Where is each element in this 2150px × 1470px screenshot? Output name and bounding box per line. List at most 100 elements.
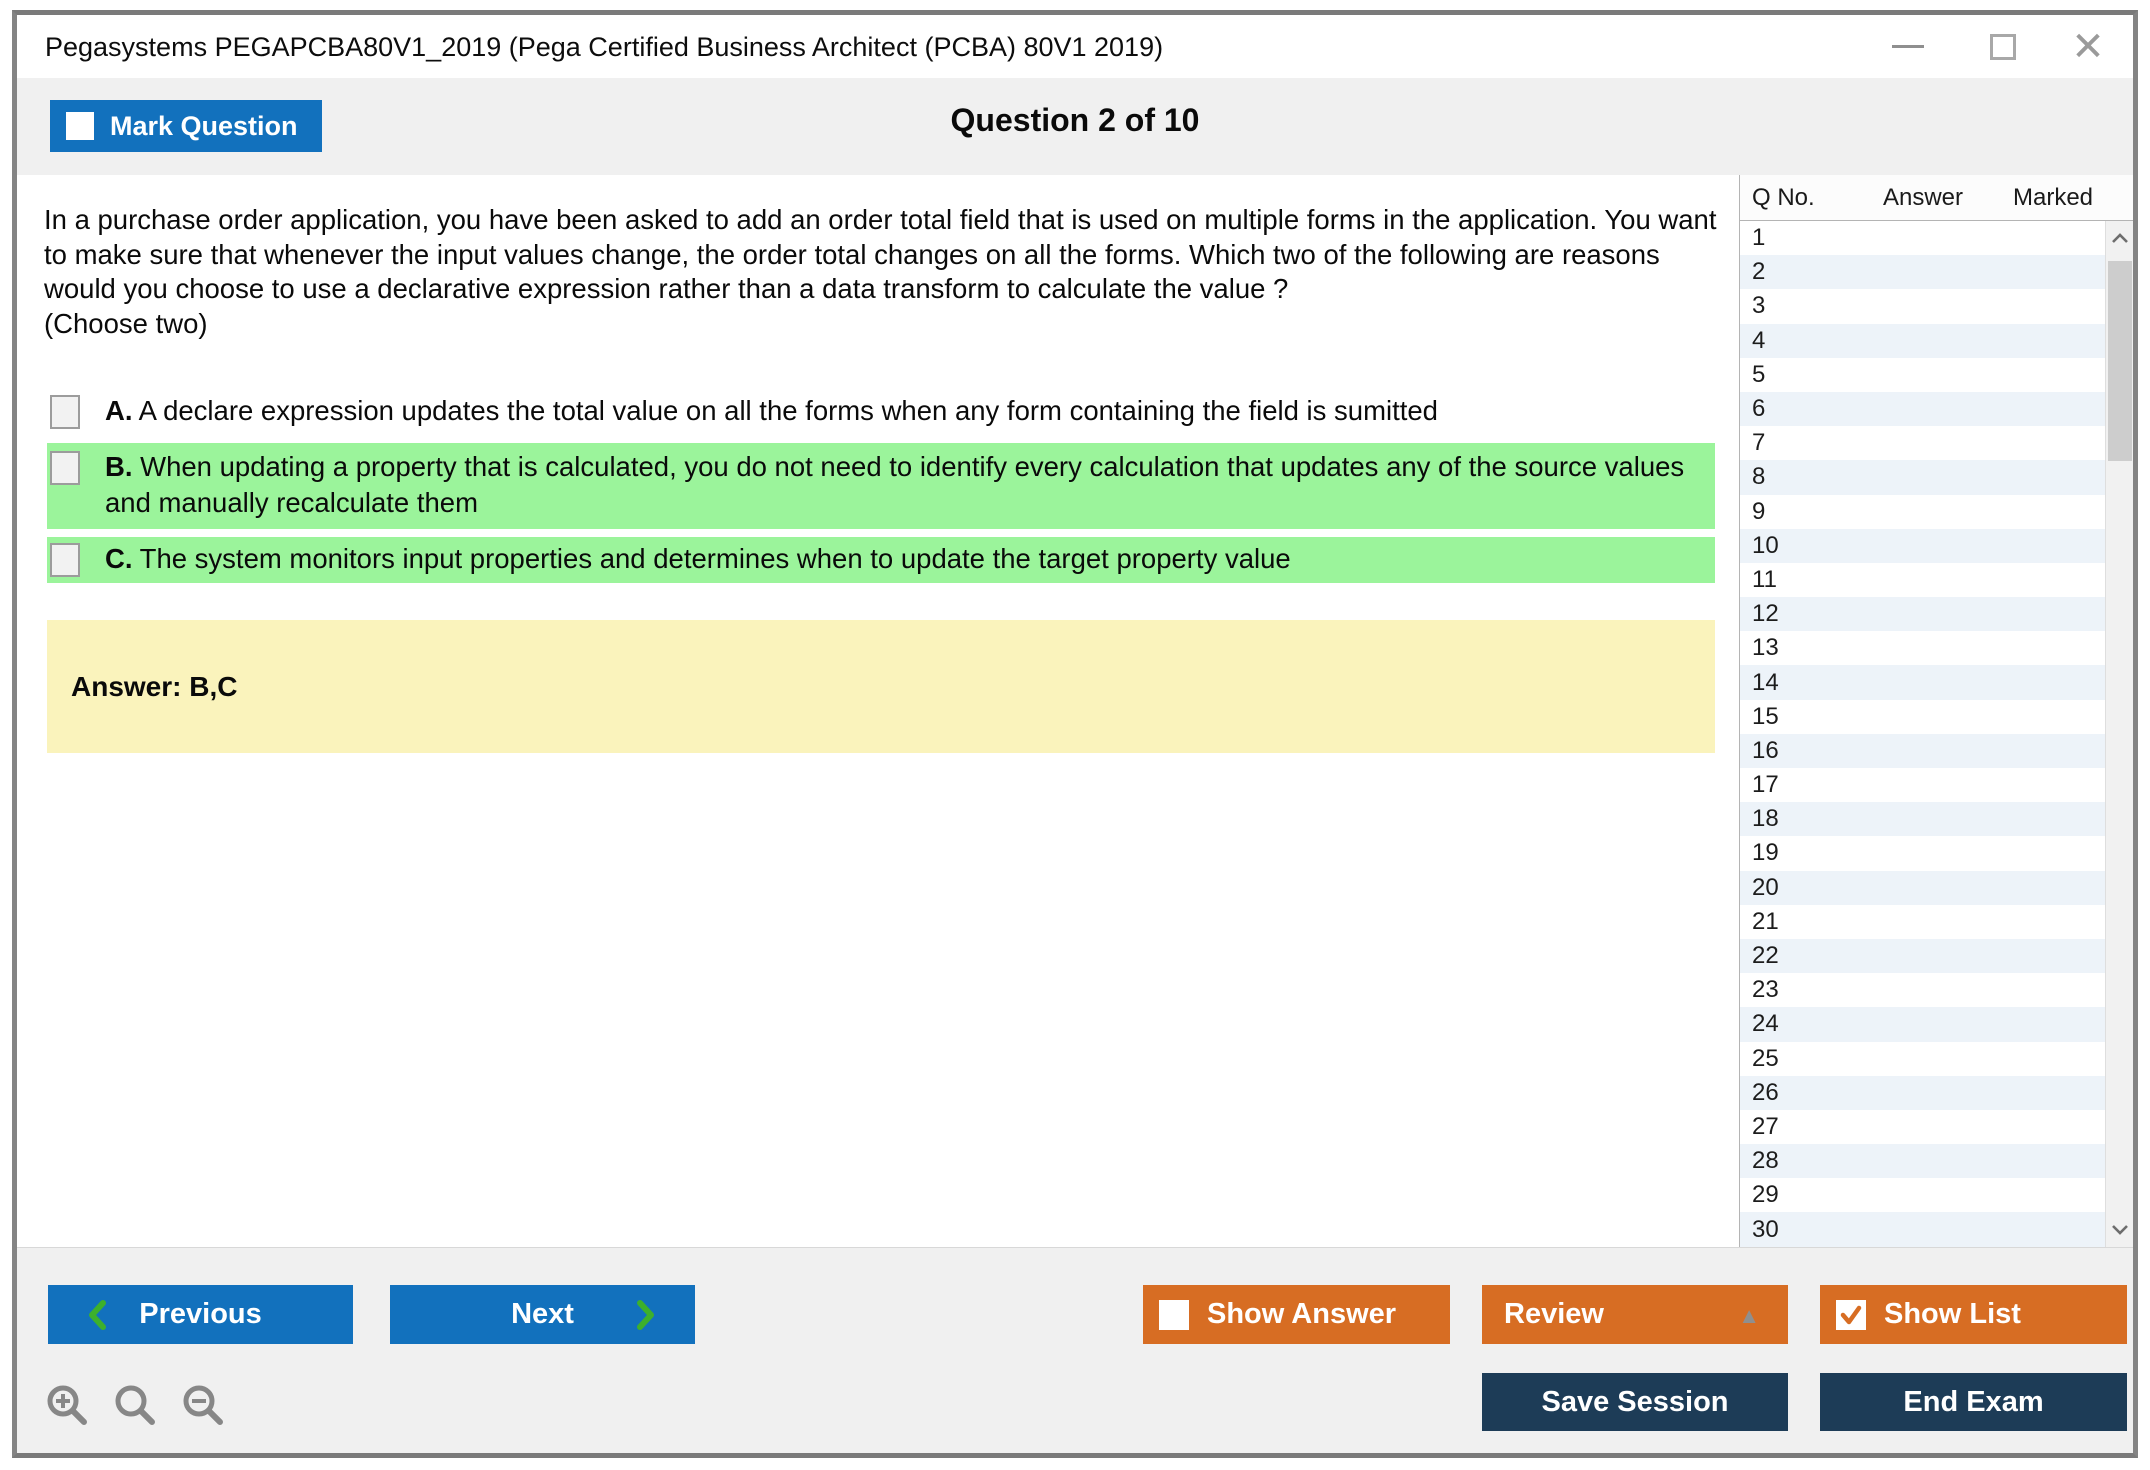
save-session-label: Save Session (1541, 1385, 1729, 1418)
question-list-row[interactable]: 25 (1740, 1041, 2105, 1076)
zoom-tools (42, 1380, 230, 1432)
maximize-button[interactable] (1968, 15, 2038, 78)
question-number: 4 (1752, 326, 1766, 354)
option-b-checkbox[interactable] (50, 451, 80, 485)
question-list-row[interactable]: 21 (1740, 904, 2105, 939)
scroll-down-button[interactable] (2106, 1213, 2134, 1247)
question-list-row[interactable]: 10 (1740, 528, 2105, 563)
next-button[interactable]: Next (390, 1285, 695, 1344)
column-answer: Answer (1882, 183, 1964, 211)
question-list-row[interactable]: 8 (1740, 460, 2105, 495)
end-exam-button[interactable]: End Exam (1820, 1373, 2127, 1431)
question-list-row[interactable]: 20 (1740, 870, 2105, 905)
question-list-row[interactable]: 14 (1740, 665, 2105, 700)
question-list-row[interactable]: 26 (1740, 1075, 2105, 1110)
show-answer-button[interactable]: Show Answer (1143, 1285, 1450, 1344)
review-button[interactable]: Review ▲ (1482, 1285, 1788, 1344)
question-list-row[interactable]: 6 (1740, 391, 2105, 427)
question-number: 3 (1752, 292, 1766, 320)
question-list-row[interactable]: 18 (1740, 802, 2105, 837)
question-list-row[interactable]: 23 (1740, 973, 2105, 1008)
question-list-row[interactable]: 27 (1740, 1109, 2105, 1145)
next-label: Next (511, 1298, 574, 1330)
question-list-row[interactable]: 19 (1740, 836, 2105, 871)
top-toolbar: Question 2 of 10 Mark Question (17, 78, 2133, 175)
question-number: 24 (1752, 1010, 1779, 1038)
question-number: 5 (1752, 360, 1766, 388)
zoom-in-icon[interactable] (42, 1380, 94, 1432)
previous-button[interactable]: Previous (48, 1285, 353, 1344)
question-list-row[interactable]: 5 (1740, 357, 2105, 392)
question-number: 27 (1752, 1112, 1779, 1140)
question-number: 9 (1752, 497, 1766, 525)
scrollbar-thumb[interactable] (2108, 261, 2132, 461)
question-number: 7 (1752, 429, 1766, 457)
question-list-rows: 1 2 3 4 5 6 7 8 9 10 11 12 13 14 15 16 17 18 19 20 21 22 23 24 2… (1740, 221, 2105, 1247)
option-b-letter: B. (105, 451, 133, 482)
option-c-checkbox[interactable] (50, 543, 80, 577)
scrollbar[interactable] (2105, 221, 2133, 1247)
zoom-out-icon[interactable] (178, 1380, 230, 1432)
question-list-row[interactable]: 24 (1740, 1007, 2105, 1042)
save-session-button[interactable]: Save Session (1482, 1373, 1788, 1431)
question-list-row[interactable]: 11 (1740, 562, 2105, 598)
option-c-text: C. The system monitors input properties … (105, 543, 1291, 574)
option-c-letter: C. (105, 543, 133, 574)
scroll-up-button[interactable] (2106, 221, 2134, 255)
zoom-reset-icon[interactable] (110, 1380, 162, 1432)
question-list-header: Q No. Answer Marked (1740, 175, 2133, 221)
window-title: Pegasystems PEGAPCBA80V1_2019 (Pega Cert… (45, 32, 1164, 62)
show-list-label: Show List (1884, 1298, 2021, 1330)
option-a-text: A. A declare expression updates the tota… (105, 395, 1438, 426)
question-number: 25 (1752, 1044, 1779, 1072)
question-list-row[interactable]: 29 (1740, 1178, 2105, 1213)
mark-question-checkbox[interactable] (66, 112, 94, 140)
question-list-row[interactable]: 2 (1740, 255, 2105, 290)
bottom-toolbar: Previous Next Show Answer Review ▲ Show … (17, 1247, 2133, 1453)
question-number: 18 (1752, 805, 1779, 833)
question-list-row[interactable]: 7 (1740, 426, 2105, 461)
question-list-row[interactable]: 12 (1740, 597, 2105, 632)
question-number: 6 (1752, 395, 1766, 423)
option-a-letter: A. (105, 395, 133, 426)
question-pane: In a purchase order application, you hav… (17, 175, 1739, 1247)
show-list-button[interactable]: Show List (1820, 1285, 2127, 1344)
question-list-row[interactable]: 1 (1740, 221, 2105, 256)
review-label: Review (1504, 1298, 1604, 1330)
question-list-row[interactable]: 4 (1740, 323, 2105, 358)
question-list-row[interactable]: 13 (1740, 631, 2105, 666)
mark-question-button[interactable]: Mark Question (50, 100, 322, 152)
question-list-row[interactable]: 16 (1740, 733, 2105, 768)
show-list-checkbox[interactable] (1836, 1299, 1866, 1330)
close-button[interactable]: ✕ (2053, 15, 2123, 78)
chevron-up-icon (2112, 233, 2128, 243)
question-number: 2 (1752, 258, 1766, 286)
question-list-row[interactable]: 15 (1740, 699, 2105, 734)
question-body: In a purchase order application, you hav… (44, 204, 1717, 304)
question-number: 10 (1752, 531, 1779, 559)
question-counter: Question 2 of 10 (950, 102, 1200, 138)
question-list-panel: Q No. Answer Marked 1 2 3 4 5 6 7 8 9 10 11 12 13 14 1… (1739, 175, 2133, 1247)
option-b: B. When updating a property that is calc… (47, 443, 1715, 529)
option-b-text: B. When updating a property that is calc… (105, 451, 1685, 518)
question-list-row[interactable]: 3 (1740, 289, 2105, 324)
minimize-button[interactable] (1873, 15, 1943, 78)
triangle-up-icon: ▲ (1738, 1303, 1760, 1328)
question-list-row[interactable]: 30 (1740, 1212, 2105, 1247)
question-number: 20 (1752, 873, 1779, 901)
minimize-icon (1892, 45, 1924, 48)
question-list-row[interactable]: 28 (1740, 1144, 2105, 1179)
question-number: 8 (1752, 463, 1766, 491)
chevron-down-icon (2112, 1225, 2128, 1235)
show-answer-checkbox[interactable] (1159, 1299, 1189, 1330)
end-exam-label: End Exam (1903, 1385, 2044, 1418)
question-number: 23 (1752, 976, 1779, 1004)
chevron-left-icon (89, 1300, 106, 1330)
question-list-row[interactable]: 17 (1740, 768, 2105, 803)
question-list-row[interactable]: 22 (1740, 938, 2105, 974)
option-a: A. A declare expression updates the tota… (47, 393, 1715, 429)
question-list-body: 1 2 3 4 5 6 7 8 9 10 11 12 13 14 15 16 17 18 19 20 21 22 23 24 2… (1740, 221, 2133, 1247)
option-a-checkbox[interactable] (50, 395, 80, 429)
question-list-row[interactable]: 9 (1740, 494, 2105, 529)
chevron-right-icon (637, 1300, 654, 1330)
